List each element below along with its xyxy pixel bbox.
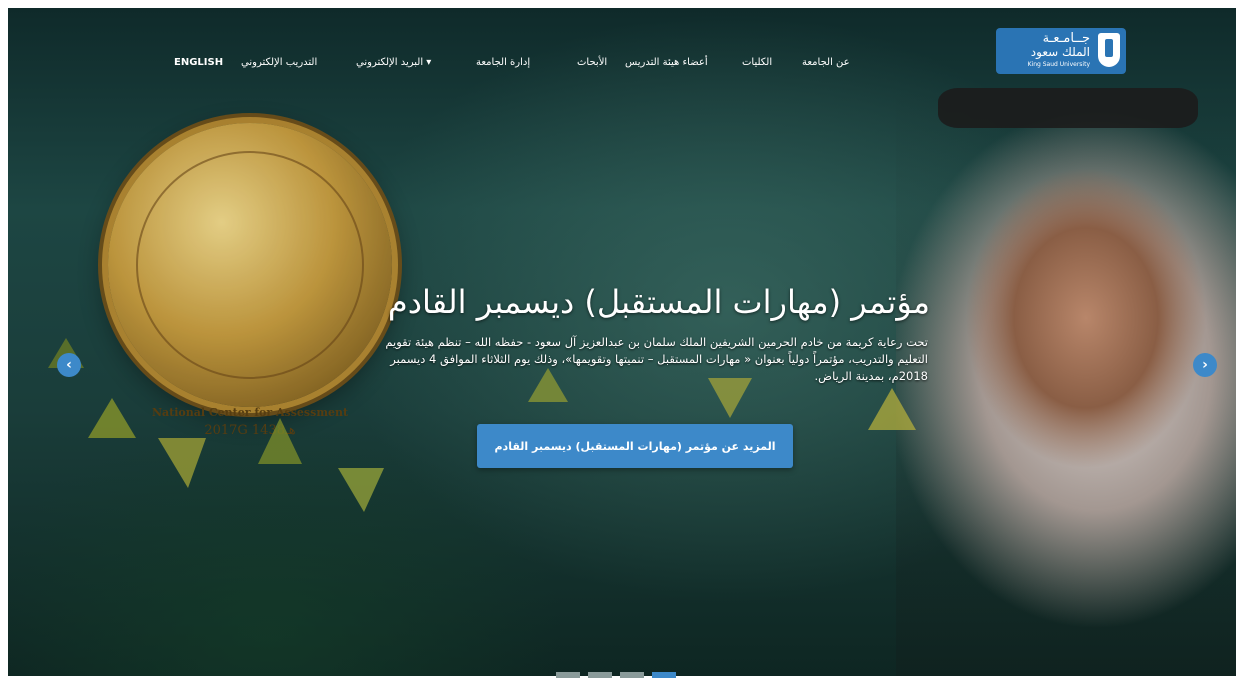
nav-email-dropdown[interactable]: البريد الإلكتروني ▾ [356,57,431,68]
university-emblem-icon [1098,33,1120,67]
carousel-prev-icon[interactable]: ‹ [57,353,81,377]
ksu-logo[interactable]: جــامـعـة الملك سعود King Saud Universit… [996,28,1126,74]
nav-english-language[interactable]: ENGLISH [174,57,223,68]
nav-e-training[interactable]: التدريب الإلكتروني [241,57,317,68]
carousel-dot-3[interactable] [620,672,644,678]
logo-arabic-line2: الملك سعود [1030,45,1090,59]
carousel-next-icon[interactable]: › [1193,353,1217,377]
confetti-shard [258,418,302,464]
slide-description: تحت رعاية كريمة من خادم الحرمين الشريفين… [385,334,928,383]
logo-arabic-line1: جــامـعـة [1042,31,1090,46]
nav-research[interactable]: الأبحاث [577,57,607,68]
nav-faculty-members[interactable]: أعضاء هيئة التدريس [625,57,708,68]
medal-year-text: 2017G 1438هـ [204,423,296,438]
confetti-shard [338,468,384,512]
carousel-dot-4[interactable] [652,672,676,678]
king-portrait-image [896,68,1236,676]
carousel-dot-1[interactable] [556,672,580,678]
national-center-medal-image: National Center for Assessment 2017G 143… [108,123,392,438]
confetti-shard [88,398,136,438]
more-about-conference-button[interactable]: المزيد عن مؤتمر (مهارات المستقبل) ديسمبر… [477,424,793,468]
confetti-shard [868,388,916,430]
nav-university-administration[interactable]: إدارة الجامعة [476,57,530,68]
carousel-dot-2[interactable] [588,672,612,678]
top-navigation: جــامـعـة الملك سعود King Saud Universit… [8,8,1236,98]
logo-english: King Saud University [1027,61,1090,68]
nav-colleges[interactable]: الكليات [742,57,772,68]
nav-about-university[interactable]: عن الجامعة [802,57,850,68]
confetti-shard [158,438,206,488]
medal-english-text: National Center for Assessment [151,406,349,419]
slide-headline: مؤتمر (مهارات المستقبل) ديسمبر القادم [387,283,930,322]
